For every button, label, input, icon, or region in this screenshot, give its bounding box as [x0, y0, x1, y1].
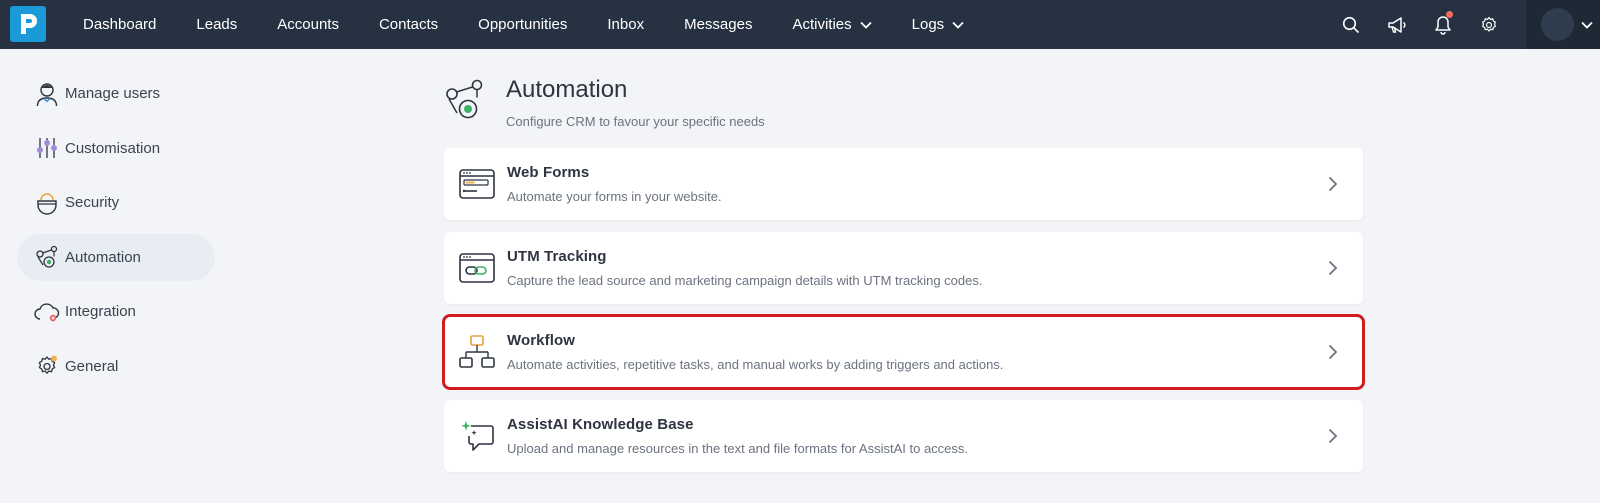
sidebar-item-label: Manage users: [65, 85, 161, 102]
gear-icon: [1482, 16, 1496, 32]
nav-logs[interactable]: Logs: [892, 0, 985, 49]
nav-opportunities[interactable]: Opportunities: [458, 0, 587, 49]
chevron-right-icon: [1313, 416, 1353, 456]
notification-dot: [1446, 11, 1453, 18]
page-header: Automation Configure CRM to favour your …: [444, 70, 1364, 148]
nav-label: Activities: [792, 16, 852, 33]
main-nav: Dashboard Leads Accounts Contacts Opport…: [63, 0, 984, 49]
page-subtitle: Configure CRM to favour your specific ne…: [506, 114, 765, 129]
settings-sidebar: Manage users Customisation Security Auto…: [17, 70, 215, 397]
nav-dashboard[interactable]: Dashboard: [63, 0, 176, 49]
ai-chat-icon: [457, 416, 497, 456]
nav-label: Logs: [911, 16, 945, 33]
sidebar-item-label: Integration: [65, 303, 136, 320]
card-web-forms[interactable]: Web Forms Automate your forms in your we…: [444, 148, 1363, 220]
search-icon: [1342, 16, 1360, 33]
sidebar-item-label: General: [65, 357, 119, 375]
card-title: Workflow: [507, 332, 576, 349]
nav-contacts[interactable]: Contacts: [359, 0, 458, 49]
card-description: Upload and manage resources in the text …: [507, 441, 969, 456]
page-title: Automation: [506, 76, 628, 103]
sliders-icon: [34, 135, 60, 161]
chevron-right-icon: [1313, 332, 1353, 372]
search-button[interactable]: [1328, 0, 1374, 49]
chevron-down-icon: [952, 21, 964, 29]
header-text: Automation Configure CRM to favour your …: [506, 70, 765, 129]
card-description: Capture the lead source and marketing ca…: [507, 273, 983, 288]
card-description: Automate your forms in your website.: [507, 189, 722, 204]
sidebar-item-manage-users[interactable]: Manage users: [17, 70, 215, 117]
chevron-right-icon: [1313, 164, 1353, 204]
pipeline-p-logo-icon: [21, 14, 37, 34]
chevron-down-icon: [1581, 21, 1593, 29]
announcements-button[interactable]: [1374, 0, 1420, 49]
card-workflow[interactable]: Workflow Automate activities, repetitive…: [442, 314, 1365, 390]
card-utm-tracking[interactable]: UTM Tracking Capture the lead source and…: [444, 232, 1363, 304]
nav-label: Contacts: [378, 16, 439, 33]
nav-accounts[interactable]: Accounts: [257, 0, 359, 49]
security-icon: [34, 190, 60, 216]
nav-label: Opportunities: [478, 16, 568, 33]
card-text: UTM Tracking Capture the lead source and…: [507, 248, 1313, 288]
utm-link-icon: [457, 248, 497, 288]
sidebar-item-integration[interactable]: Integration: [17, 288, 215, 335]
card-description: Automate activities, repetitive tasks, a…: [507, 357, 1004, 372]
sidebar-item-label: Customisation: [65, 139, 161, 157]
megaphone-icon: [1388, 16, 1406, 33]
chevron-right-icon: [1313, 248, 1353, 288]
user-menu[interactable]: [1526, 0, 1600, 49]
web-form-icon: [457, 164, 497, 204]
sidebar-item-automation[interactable]: Automation: [17, 233, 215, 281]
card-title: UTM Tracking: [507, 248, 607, 265]
nav-label: Accounts: [277, 16, 339, 33]
avatar: [1541, 8, 1574, 41]
automation-icon: [446, 79, 483, 119]
settings-button[interactable]: [1466, 0, 1512, 49]
chevron-down-icon: [860, 21, 872, 29]
card-text: Workflow Automate activities, repetitive…: [507, 332, 1313, 372]
top-navbar: Dashboard Leads Accounts Contacts Opport…: [0, 0, 1600, 49]
gear-icon: [34, 353, 60, 379]
notifications-button[interactable]: [1420, 0, 1466, 49]
sidebar-item-customisation[interactable]: Customisation: [17, 125, 215, 172]
nav-label: Dashboard: [83, 16, 157, 33]
cloud-icon: [34, 299, 60, 325]
card-title: AssistAI Knowledge Base: [507, 416, 694, 433]
card-title: Web Forms: [507, 164, 590, 181]
automation-panel: Automation Configure CRM to favour your …: [442, 70, 1365, 484]
sidebar-item-security[interactable]: Security: [17, 179, 215, 226]
nav-label: Inbox: [607, 16, 645, 33]
sidebar-item-label: Automation: [65, 248, 141, 266]
card-assistai-knowledge-base[interactable]: AssistAI Knowledge Base Upload and manag…: [444, 400, 1363, 472]
nav-leads[interactable]: Leads: [176, 0, 257, 49]
workflow-icon: [457, 332, 497, 372]
app-logo[interactable]: [10, 6, 46, 42]
nav-inbox[interactable]: Inbox: [587, 0, 664, 49]
automation-icon: [34, 244, 60, 270]
user-icon: [34, 81, 60, 107]
card-text: Web Forms Automate your forms in your we…: [507, 164, 1313, 204]
top-right-actions: [1328, 0, 1600, 49]
card-text: AssistAI Knowledge Base Upload and manag…: [507, 416, 1313, 456]
nav-messages[interactable]: Messages: [664, 0, 772, 49]
nav-label: Messages: [684, 16, 753, 33]
nav-label: Leads: [196, 16, 238, 33]
sidebar-item-general[interactable]: General: [17, 343, 215, 390]
nav-activities[interactable]: Activities: [772, 0, 891, 49]
sidebar-item-label: Security: [65, 194, 120, 211]
